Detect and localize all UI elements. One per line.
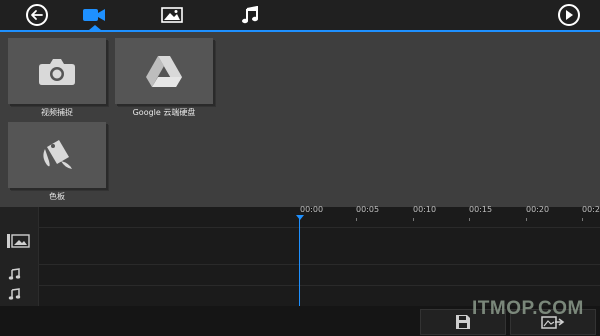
media-browser: 视频捕捉 Google 云端硬盘 色板 [0,32,600,207]
tab-music[interactable] [232,0,268,30]
tab-photo[interactable] [154,0,190,30]
tick-mark [526,218,527,221]
photo-icon [161,7,183,23]
tick-label: 00:2 [582,205,600,214]
media-item-label: 视频捕捉 [41,108,73,117]
video-camera-icon [83,9,105,21]
tick-mark [469,218,470,221]
tick-label: 00:20 [526,205,550,214]
google-drive-icon [146,56,182,87]
tick-label: 00:05 [356,205,380,214]
media-item-label: 色板 [49,192,65,201]
save-icon [456,315,470,329]
play-icon [566,10,573,20]
tick-label: 00:00 [300,205,324,214]
media-item-google-drive[interactable] [115,38,213,104]
tick-label: 00:15 [469,205,493,214]
media-item-label: Google 云端硬盘 [132,108,196,117]
tick-mark [356,218,357,221]
top-toolbar [0,0,600,32]
audio-track-1-icon [8,268,21,280]
back-button[interactable] [26,4,48,26]
video-track-icon [7,234,30,248]
playhead[interactable] [299,217,300,306]
track-divider [38,227,600,228]
audio-track-2-icon [8,288,21,300]
watermark: ITMOP.COM [472,298,584,319]
track-headers [0,207,39,306]
track-divider [38,264,600,265]
active-tab-indicator [89,25,101,30]
tick-mark [413,218,414,221]
preview-play-button[interactable] [558,4,580,26]
tick-mark [582,218,583,221]
media-item-color-board[interactable] [8,122,106,188]
media-item-video-capture[interactable] [8,38,106,104]
paint-bucket-icon [43,140,72,169]
music-note-icon [242,6,258,24]
track-divider [38,285,600,286]
time-ruler[interactable]: 00:00 00:05 00:10 00:15 00:20 00:2 [300,205,600,221]
tick-label: 00:10 [413,205,437,214]
back-arrow-icon [31,10,43,20]
playhead-handle[interactable] [296,215,304,220]
timeline[interactable]: 00:00 00:05 00:10 00:15 00:20 00:2 [0,205,600,306]
camera-icon [39,59,75,85]
